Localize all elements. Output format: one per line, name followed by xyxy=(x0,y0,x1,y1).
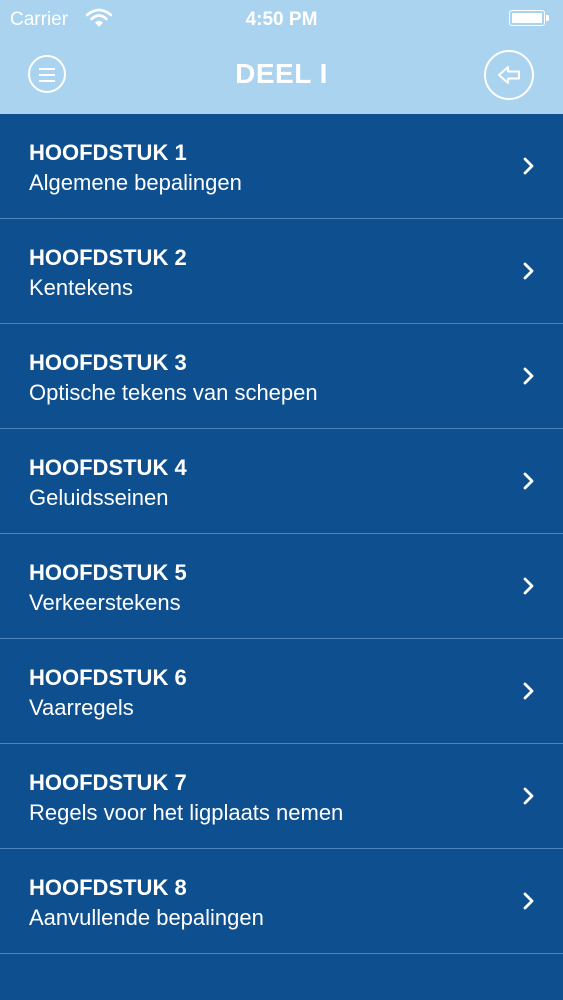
chapter-subtitle: Aanvullende bepalingen xyxy=(29,905,264,930)
chapter-subtitle: Verkeerstekens xyxy=(29,590,181,615)
chapter-title: HOOFDSTUK 1 xyxy=(29,140,187,165)
navigation-bar: DEEL I xyxy=(0,38,563,114)
chapter-title: HOOFDSTUK 7 xyxy=(29,770,187,795)
chevron-right-icon xyxy=(523,577,534,595)
chapter-row[interactable]: HOOFDSTUK 8 Aanvullende bepalingen xyxy=(0,849,563,954)
header: Carrier 4:50 PM DEEL I xyxy=(0,0,563,114)
chapter-title: HOOFDSTUK 3 xyxy=(29,350,187,375)
chevron-right-icon xyxy=(523,787,534,805)
chevron-right-icon xyxy=(523,367,534,385)
chevron-right-icon xyxy=(523,262,534,280)
chapter-row[interactable]: HOOFDSTUK 1 Algemene bepalingen xyxy=(0,114,563,219)
chapter-subtitle: Algemene bepalingen xyxy=(29,170,242,195)
back-arrow-icon xyxy=(498,66,520,84)
chapter-title: HOOFDSTUK 4 xyxy=(29,455,187,480)
chapter-list: HOOFDSTUK 1 Algemene bepalingen HOOFDSTUK … xyxy=(0,114,563,954)
chapter-title: HOOFDSTUK 5 xyxy=(29,560,187,585)
back-button[interactable] xyxy=(484,50,534,100)
chapter-row[interactable]: HOOFDSTUK 4 Geluidsseinen xyxy=(0,429,563,534)
chapter-row[interactable]: HOOFDSTUK 3 Optische tekens van schepen xyxy=(0,324,563,429)
chapter-row[interactable]: HOOFDSTUK 7 Regels voor het ligplaats nem… xyxy=(0,744,563,849)
chapter-title: HOOFDSTUK 6 xyxy=(29,665,187,690)
chapter-row[interactable]: HOOFDSTUK 6 Vaarregels xyxy=(0,639,563,744)
chapter-subtitle: Optische tekens van schepen xyxy=(29,380,318,405)
battery-icon xyxy=(509,10,549,26)
chevron-right-icon xyxy=(523,157,534,175)
page-title: DEEL I xyxy=(235,58,328,89)
chapter-subtitle: Kentekens xyxy=(29,275,133,300)
battery-fill xyxy=(512,13,542,23)
clock: 4:50 PM xyxy=(245,9,318,30)
chapter-subtitle: Geluidsseinen xyxy=(29,485,169,510)
chevron-right-icon xyxy=(523,682,534,700)
chapter-subtitle: Regels voor het ligplaats nemen xyxy=(29,800,344,825)
chapter-row[interactable]: HOOFDSTUK 5 Verkeerstekens xyxy=(0,534,563,639)
chevron-right-icon xyxy=(523,892,534,910)
battery-tip xyxy=(546,15,549,21)
chapter-title: HOOFDSTUK 8 xyxy=(29,875,187,900)
chapter-subtitle: Vaarregels xyxy=(29,695,134,720)
chapter-row[interactable]: HOOFDSTUK 2 Kentekens xyxy=(0,219,563,324)
chevron-right-icon xyxy=(523,472,534,490)
status-bar: Carrier 4:50 PM xyxy=(0,0,563,38)
chapter-title: HOOFDSTUK 2 xyxy=(29,245,187,270)
